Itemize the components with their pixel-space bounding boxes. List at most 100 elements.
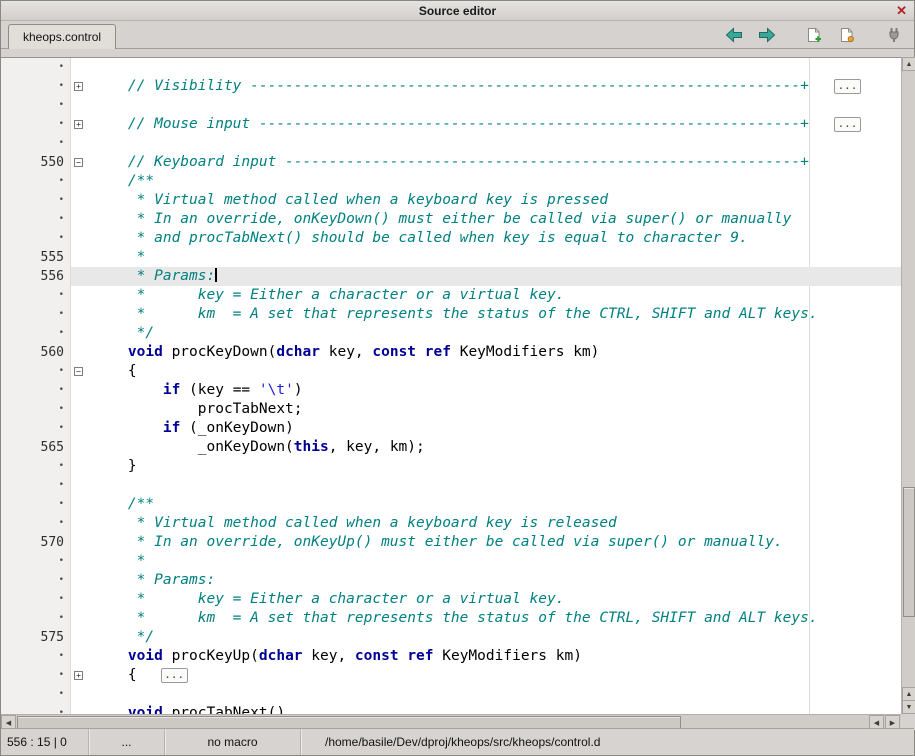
plug-button[interactable] [884, 26, 904, 44]
line-number: • [1, 172, 71, 191]
code-line[interactable]: 565 _onKeyDown(this, key, km); [1, 438, 901, 457]
fold-column [71, 571, 93, 590]
code-line[interactable]: • [1, 96, 901, 115]
code-line[interactable]: • * Params: [1, 571, 901, 590]
fold-column [71, 172, 93, 191]
code-line[interactable]: 555 * [1, 248, 901, 267]
line-number: • [1, 609, 71, 628]
window-title: Source editor [419, 4, 496, 18]
folded-code-ellipsis[interactable]: ... [161, 668, 188, 683]
code-line[interactable]: 550− // Keyboard input -----------------… [1, 153, 901, 172]
status-dots: ... [121, 735, 131, 749]
line-number: 575 [1, 628, 71, 647]
code-line[interactable]: • * key = Either a character or a virtua… [1, 286, 901, 305]
go-forward-button[interactable] [757, 26, 777, 44]
code-text: /** [93, 495, 901, 514]
new-document-icon [806, 27, 822, 43]
code-line[interactable]: • void procTabNext() [1, 704, 901, 714]
code-editor[interactable]: ••+ // Visibility ----------------------… [1, 57, 901, 714]
code-line[interactable]: •+ {... [1, 666, 901, 685]
code-text: if (key == '\t') [93, 381, 901, 400]
fold-column: + [71, 115, 93, 134]
code-line[interactable]: • * Virtual method called when a keyboar… [1, 514, 901, 533]
code-token [93, 344, 128, 360]
code-line[interactable]: • void procKeyUp(dchar key, const ref Ke… [1, 647, 901, 666]
vertical-scroll-thumb[interactable] [903, 487, 915, 617]
code-line[interactable]: • * In an override, onKeyDown() must eit… [1, 210, 901, 229]
code-token: * and procTabNext() should be called whe… [93, 230, 748, 246]
code-line[interactable]: • if (_onKeyDown) [1, 419, 901, 438]
go-back-button[interactable] [724, 26, 744, 44]
line-number: • [1, 305, 71, 324]
code-line[interactable]: •− { [1, 362, 901, 381]
caret-position: 556 : 15 | 0 [7, 735, 67, 749]
code-line[interactable]: • procTabNext; [1, 400, 901, 419]
code-text: if (_onKeyDown) [93, 419, 901, 438]
code-line[interactable]: • * [1, 552, 901, 571]
code-token: * km = A set that represents the status … [93, 306, 818, 322]
code-line[interactable]: • * and procTabNext() should be called w… [1, 229, 901, 248]
code-token: void [128, 705, 163, 714]
tab-kheops-control[interactable]: kheops.control [8, 24, 116, 49]
code-text: { [93, 362, 901, 381]
code-token: ref [407, 648, 433, 664]
code-line[interactable]: • if (key == '\t') [1, 381, 901, 400]
scroll-up-button[interactable]: ▲ [902, 57, 915, 71]
code-line[interactable]: •+ // Visibility -----------------------… [1, 77, 901, 96]
fold-toggle-icon[interactable]: − [74, 158, 83, 167]
code-line[interactable]: 570 * In an override, onKeyUp() must eit… [1, 533, 901, 552]
folded-code-ellipsis[interactable]: ... [834, 117, 861, 132]
code-line[interactable]: • [1, 476, 901, 495]
editor-toolbar [724, 26, 904, 44]
close-icon[interactable]: ✕ [896, 3, 907, 19]
line-number: • [1, 77, 71, 96]
code-line[interactable]: • [1, 134, 901, 153]
code-line[interactable]: • * km = A set that represents the statu… [1, 609, 901, 628]
code-line[interactable]: • * key = Either a character or a virtua… [1, 590, 901, 609]
code-line[interactable]: • /** [1, 495, 901, 514]
code-text: * Virtual method called when a keyboard … [93, 191, 901, 210]
save-document-button[interactable] [837, 26, 857, 44]
code-line[interactable]: 560 void procKeyDown(dchar key, const re… [1, 343, 901, 362]
code-line[interactable]: • [1, 685, 901, 704]
scroll-up-secondary-button[interactable]: ▲ [902, 687, 915, 701]
scroll-down-button[interactable]: ▼ [902, 700, 915, 714]
fold-column [71, 58, 93, 77]
fold-toggle-icon[interactable]: + [74, 120, 83, 129]
code-line[interactable]: • /** [1, 172, 901, 191]
vertical-scrollbar[interactable]: ▲ ▲ ▼ [901, 57, 915, 714]
arrow-up-icon: ▲ [906, 691, 913, 698]
file-path: /home/basile/Dev/dproj/kheops/src/kheops… [325, 735, 600, 749]
fold-column [71, 590, 93, 609]
fold-toggle-icon[interactable]: + [74, 82, 83, 91]
go-back-icon [725, 27, 743, 43]
fold-toggle-icon[interactable]: − [74, 367, 83, 376]
new-document-button[interactable] [804, 26, 824, 44]
line-number: • [1, 286, 71, 305]
code-line[interactable]: 556 * Params: [1, 267, 901, 286]
fold-column [71, 229, 93, 248]
code-line[interactable]: • */ [1, 324, 901, 343]
line-number: • [1, 476, 71, 495]
code-line[interactable]: • [1, 58, 901, 77]
code-line[interactable]: • } [1, 457, 901, 476]
code-token: * In an override, onKeyDown() must eithe… [93, 211, 791, 227]
titlebar[interactable]: Source editor ✕ [1, 1, 914, 21]
code-token: if [163, 420, 180, 436]
code-line[interactable]: • * km = A set that represents the statu… [1, 305, 901, 324]
code-token: key, [320, 344, 372, 360]
fold-toggle-icon[interactable]: + [74, 671, 83, 680]
go-forward-icon [758, 27, 776, 43]
folded-code-ellipsis[interactable]: ... [834, 79, 861, 94]
code-line[interactable]: •+ // Mouse input ----------------------… [1, 115, 901, 134]
code-line[interactable]: • * Virtual method called when a keyboar… [1, 191, 901, 210]
plug-icon [887, 27, 901, 43]
code-token: * Params: [93, 572, 215, 588]
code-text [93, 685, 901, 704]
code-token: void [128, 344, 163, 360]
code-line[interactable]: 575 */ [1, 628, 901, 647]
code-token: */ [93, 325, 154, 341]
code-text: void procTabNext() [93, 704, 901, 714]
caret-position-panel: 556 : 15 | 0 [1, 729, 89, 755]
code-token: * In an override, onKeyUp() must either … [93, 534, 783, 550]
